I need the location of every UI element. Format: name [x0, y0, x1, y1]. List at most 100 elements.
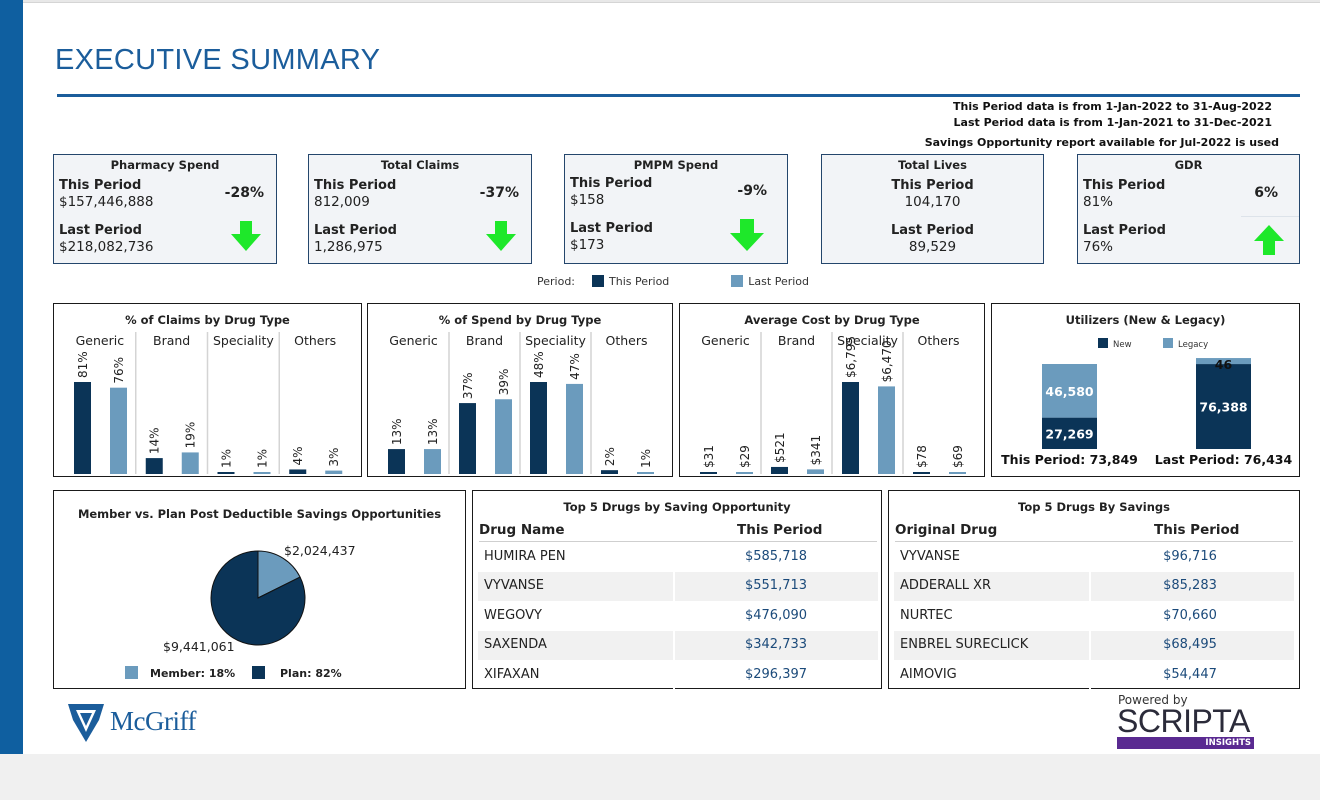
bar	[736, 472, 753, 474]
bar	[181, 452, 199, 474]
kpi-title: Total Lives	[898, 158, 967, 172]
kpi-total-lives: Total Lives This Period 104,170 Last Per…	[821, 154, 1044, 264]
data-label: 19%	[184, 422, 198, 449]
legend-label-legacy: Legacy	[1178, 340, 1208, 350]
claims-by-drug-type-panel: % of Claims by Drug Type Generic 81% 76% Br…	[53, 303, 362, 477]
cell-separator	[673, 601, 675, 631]
table-row: ENBREL SURECLICK $68,495	[894, 631, 1294, 661]
legend-label: Plan: 82%	[280, 667, 342, 680]
data-label: 81%	[76, 351, 90, 378]
drug-name-cell: ENBREL SURECLICK	[900, 637, 1029, 653]
legend-swatch-new	[1098, 338, 1108, 348]
kpi-this-value: 812,009	[314, 194, 370, 210]
value-cell: $585,718	[744, 549, 808, 564]
spend-by-drug-type-chart: Generic 13% 13% Brand 37% 39% Speciality 48% 47%…	[388, 332, 654, 474]
period-legend-label: Period:	[537, 275, 576, 288]
arrow-down-icon	[231, 221, 261, 251]
arrow-up-icon	[1254, 225, 1284, 255]
bar	[878, 386, 895, 474]
data-label: 37%	[461, 372, 475, 399]
bar	[637, 472, 654, 474]
header-divider	[479, 541, 877, 542]
data-label: $69	[951, 445, 965, 468]
drug-name-cell: VYVANSE	[900, 549, 960, 564]
bar	[253, 472, 271, 474]
this-period-range: This Period data is from 1-Jan-2022 to 3…	[953, 100, 1272, 113]
category-label: Generic	[76, 333, 125, 348]
drug-name-cell: SAXENDA	[484, 637, 547, 653]
data-label: 76%	[112, 357, 126, 384]
bar	[459, 403, 476, 474]
kpi-this-value: 81%	[1083, 194, 1114, 210]
value-cell: $54,447	[1163, 666, 1217, 682]
last-period-legend-label: Last Period	[748, 275, 810, 288]
last-period-swatch	[731, 275, 744, 287]
data-label: 48%	[532, 351, 546, 378]
kpi-title: PMPM Spend	[633, 158, 719, 172]
data-label: 46,580	[1045, 384, 1094, 399]
drug-name-cell: HUMIRA PEN	[484, 549, 566, 564]
category-label: Speciality	[525, 333, 586, 348]
table-row: NURTEC $70,660	[894, 601, 1294, 631]
bar	[217, 472, 235, 474]
cell-separator	[673, 631, 675, 661]
kpi-title: Total Claims	[380, 158, 460, 172]
kpi-last-label: Last Period	[59, 223, 142, 238]
top-opportunity-table: Drug Name This Period HUMIRA PEN $585,718…	[473, 491, 881, 690]
top-savings-table: Original Drug This Period VYVANSE $96,716…	[889, 491, 1299, 690]
table-row: AIMOVIG $54,447	[894, 660, 1294, 690]
data-label: $6,795	[844, 336, 858, 378]
category-label: Brand	[153, 333, 190, 348]
drug-name-cell: VYVANSE	[484, 578, 544, 594]
data-label: 1%	[639, 449, 653, 468]
legend-label-new: New	[1113, 340, 1132, 350]
bar	[949, 472, 966, 474]
left-accent-bar	[0, 0, 23, 754]
bar	[566, 383, 583, 474]
savings-report-note: Savings Opportunity report available for…	[924, 136, 1279, 149]
column-header-this-period: This Period	[1154, 522, 1240, 538]
header-divider	[895, 541, 1293, 542]
kpi-last-label: Last Period	[1083, 223, 1166, 238]
column-header-drug-name: Drug Name	[479, 522, 565, 538]
cell-separator	[673, 543, 675, 572]
cell-separator	[673, 660, 675, 690]
value-cell: $96,716	[1163, 549, 1217, 564]
avg-cost-by-drug-type-chart: Generic$31 $29Brand$521 $341Speciality$6,7…	[700, 332, 966, 474]
category-label: Generic	[701, 333, 750, 348]
table-row: SAXENDA $342,733	[478, 631, 878, 661]
kpi-change: -37%	[479, 185, 519, 201]
bar	[842, 382, 859, 474]
cell-separator	[1089, 660, 1091, 690]
legend-swatch-plan	[252, 666, 265, 679]
kpi-this-value: $157,446,888	[59, 194, 154, 210]
data-label: 2%	[603, 447, 617, 466]
data-label: $521	[773, 432, 787, 463]
kpi-gdr: GDR This Period 81% Last Period 76% 6%	[1077, 154, 1300, 264]
cell-separator	[673, 572, 675, 602]
value-cell: $296,397	[744, 666, 808, 682]
bar	[530, 382, 547, 474]
top-savings-panel: Top 5 Drugs By Savings Original Drug Thi…	[888, 490, 1300, 690]
category-label: Others	[294, 333, 336, 348]
value-cell: $68,495	[1163, 637, 1217, 653]
legend-label: Member: 18%	[150, 667, 235, 680]
category-label: Brand	[466, 333, 503, 348]
table-row: XIFAXAN $296,397	[478, 660, 878, 690]
drug-name-cell: ADDERALL XR	[900, 578, 992, 594]
data-label: 13%	[426, 418, 440, 445]
tab-strip	[23, 0, 1320, 3]
cell-separator	[1089, 543, 1091, 572]
kpi-change: 6%	[1254, 185, 1278, 201]
spend-by-drug-type-panel: % of Spend by Drug Type Generic 13% 13% Bra…	[367, 303, 673, 477]
member-plan-savings-panel: Member vs. Plan Post Deductible Savings …	[53, 490, 466, 689]
last-period-range: Last Period data is from 1-Jan-2021 to 3…	[953, 116, 1272, 129]
table-row: ADDERALL XR $85,283	[894, 572, 1294, 602]
cell-separator	[1089, 631, 1091, 661]
data-label: $6,470	[880, 340, 894, 382]
kpi-change: -28%	[224, 185, 264, 201]
data-label: 1%	[220, 449, 234, 468]
bar	[424, 449, 441, 474]
kpi-last-label: Last Period	[314, 223, 397, 238]
data-label: 14%	[148, 427, 162, 454]
